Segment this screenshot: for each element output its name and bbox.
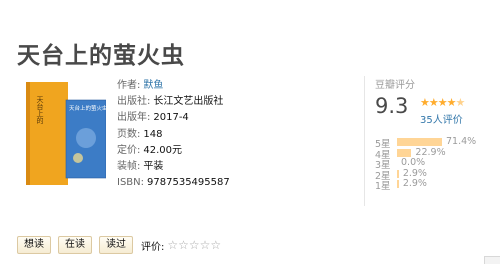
info-label: 装帧: <box>117 161 141 173</box>
info-label: 出版年: <box>117 112 151 124</box>
info-value: 42.00元 <box>143 144 183 156</box>
corner-widget <box>484 256 500 264</box>
info-row: ISBN: 9787535495587 <box>117 175 230 191</box>
distribution-bar <box>397 148 412 157</box>
info-label: 作者: <box>117 80 141 91</box>
distribution-label: 1星 <box>375 181 391 192</box>
book-cover-image[interactable]: 天台上的 天台上的萤火虫 <box>26 78 108 185</box>
info-label: 页数: <box>117 128 141 140</box>
info-value: 平装 <box>143 161 164 173</box>
author-link[interactable]: 默鱼 <box>143 80 163 91</box>
star-icon: ★ <box>420 96 430 109</box>
info-value: 2017-4 <box>153 112 189 124</box>
distribution-percent: 2.9% <box>402 167 427 179</box>
distribution-percent: 0.0% <box>401 157 426 168</box>
action-bar: 想读 在读 读过 评价: ☆☆☆☆☆ <box>17 236 221 254</box>
info-value: 148 <box>143 128 163 140</box>
book-info: 作者: 默鱼 出版社: 长江文艺出版社 出版年: 2017-4 页数: 148 定价: 42.00… <box>117 78 230 191</box>
distribution-percent: 22.9% <box>415 146 446 158</box>
info-label: 出版社: <box>117 96 151 108</box>
have-read-button[interactable]: 读过 <box>99 236 133 254</box>
distribution-percent: 2.9% <box>402 178 427 189</box>
star-icon: ★ <box>437 96 448 109</box>
info-value: 9787535495587 <box>147 177 230 189</box>
info-row: 装帧: 平装 <box>117 159 230 175</box>
book-cover-illustration: 天台上的 天台上的萤火虫 <box>26 82 108 185</box>
rating-panel: 豆瓣评分 9.3 ★★★★★ 35人评价 5星 71.4% 4星 22.9% 3星 0.0… <box>364 76 494 206</box>
rate-label: 评价: <box>141 241 165 253</box>
info-row: 定价: 42.00元 <box>117 143 230 159</box>
info-row: 出版社: 长江文艺出版社 <box>117 94 230 110</box>
info-label: ISBN: <box>117 177 145 189</box>
book-title: 天台上的萤火虫 <box>17 42 185 69</box>
info-row: 页数: 148 <box>117 127 230 143</box>
want-to-read-button[interactable]: 想读 <box>17 236 51 254</box>
distribution-bar <box>397 169 399 178</box>
cover-left-text: 天台上的 <box>36 96 44 125</box>
rating-heading: 豆瓣评分 <box>375 80 415 91</box>
distribution-bar <box>397 138 442 146</box>
distribution-bar <box>397 180 399 188</box>
rating-count-link[interactable]: 35人评价 <box>420 111 463 126</box>
info-row: 出版年: 2017-4 <box>117 110 230 126</box>
star-icon: ★ <box>446 96 457 109</box>
rating-stars: ★★★★★ <box>420 96 466 109</box>
info-label: 定价: <box>117 144 141 156</box>
distribution-percent: 71.4% <box>446 136 477 147</box>
info-value: 长江文艺出版社 <box>153 96 224 108</box>
reading-button[interactable]: 在读 <box>58 236 92 254</box>
rate-stars-input[interactable]: ☆☆☆☆☆ <box>167 238 221 252</box>
rating-score: 9.3 <box>375 94 409 118</box>
cover-right-text: 天台上的萤火虫 <box>69 104 106 112</box>
half-star-icon: ★ <box>455 96 466 109</box>
info-row: 作者: 默鱼 <box>117 78 230 94</box>
star-icon: ★ <box>428 96 439 109</box>
